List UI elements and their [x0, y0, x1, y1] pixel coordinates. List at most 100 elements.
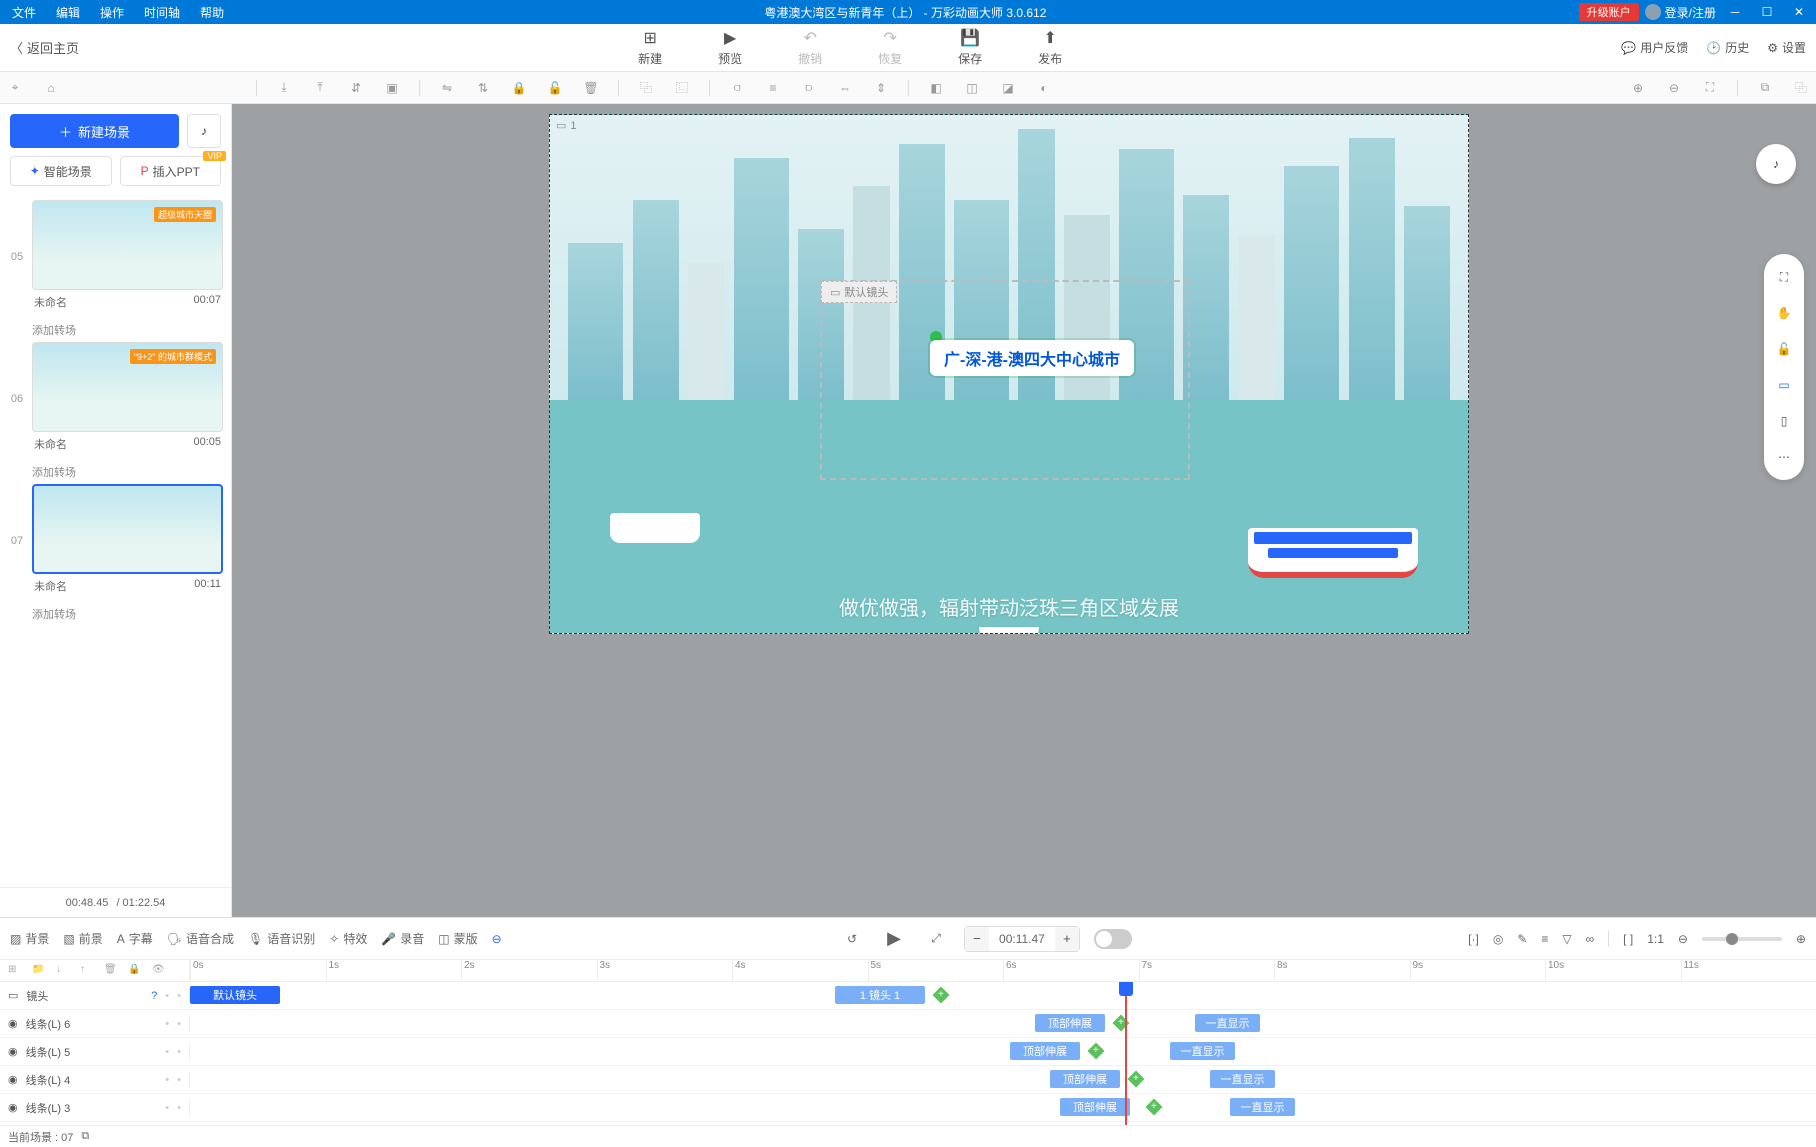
trash-icon[interactable]: 🗑: [104, 964, 118, 978]
track-dot[interactable]: •: [177, 990, 181, 1002]
tl-edit-icon[interactable]: ✎: [1517, 932, 1527, 946]
add-transition-button[interactable]: 添加转场: [8, 318, 223, 342]
track-header[interactable]: ▭镜头?••: [0, 988, 190, 1004]
timeline-play-button[interactable]: ▶: [880, 925, 908, 953]
tl-ratio-icon[interactable]: 1:1: [1647, 932, 1664, 946]
tl-filter-icon[interactable]: ▽: [1562, 932, 1571, 946]
fullscreen-icon[interactable]: ⛶: [1773, 266, 1795, 288]
menu-file[interactable]: 文件: [4, 2, 44, 23]
timeline-clip[interactable]: 顶部伸展: [1010, 1042, 1080, 1060]
folder-icon[interactable]: 📁: [32, 964, 46, 978]
timeline-tts-button[interactable]: 🗣语音合成: [167, 930, 234, 947]
track-dot[interactable]: •: [177, 1074, 181, 1086]
add-transition-button[interactable]: 添加转场: [8, 602, 223, 626]
add-keyframe-button[interactable]: [933, 987, 950, 1004]
maximize-button[interactable]: ☐: [1754, 3, 1780, 21]
bring-front-icon[interactable]: ▣: [383, 79, 401, 97]
scene-item[interactable]: 06 "9+2" 的城市群模式 未命名00:05: [8, 342, 223, 456]
track-header[interactable]: ◉线条(L) 5••: [0, 1044, 190, 1060]
timeline-fg-button[interactable]: ▧前景: [63, 930, 102, 947]
tool-pointer-icon[interactable]: ⌖: [6, 79, 24, 97]
publish-action[interactable]: ⬆发布: [1030, 28, 1070, 67]
track-dot[interactable]: •: [165, 990, 169, 1002]
scene-thumbnail[interactable]: [32, 484, 223, 574]
timeline-expand-button[interactable]: ⤢: [922, 925, 950, 953]
scenes-list[interactable]: 05 超级城市天圈 未命名00:07 添加转场06 "9+2" 的城市群模式 未…: [0, 196, 231, 887]
canvas-expand-handle[interactable]: ⌄: [979, 627, 1039, 634]
login-button[interactable]: 登录/注册: [1645, 4, 1716, 21]
align-center-icon[interactable]: ≡: [764, 79, 782, 97]
tl-bracket-icon[interactable]: [ ]: [1623, 932, 1633, 946]
timeline-ruler[interactable]: 0s1s2s3s4s5s6s7s8s9s10s11s: [190, 960, 1816, 981]
tl-zoom-out-icon[interactable]: ⊖: [1678, 932, 1688, 946]
timeline-clip[interactable]: 顶部伸展: [1050, 1070, 1120, 1088]
timeline-clip[interactable]: 1 镜头 1: [835, 986, 925, 1004]
timeline-clip[interactable]: 顶部伸展: [1035, 1014, 1105, 1032]
title-chip[interactable]: 广-深-港-澳四大中心城市: [930, 340, 1134, 376]
tl-link-icon[interactable]: ∞: [1586, 932, 1595, 946]
timeline-clip[interactable]: 顶部伸展: [1060, 1098, 1130, 1116]
copy-status-icon[interactable]: ⧉: [81, 1130, 89, 1143]
track-dot[interactable]: •: [177, 1018, 181, 1030]
zoom-out-icon[interactable]: ⊖: [1665, 79, 1683, 97]
track-lane[interactable]: 默认镜头 1 镜头 1: [190, 982, 1816, 1009]
add-track-icon[interactable]: ⊞: [8, 964, 22, 978]
track-lane[interactable]: 顶部伸展一直显示: [190, 1010, 1816, 1037]
smart-scene-button[interactable]: ✦ 智能场景: [10, 156, 112, 186]
desktop-view-icon[interactable]: ▭: [1773, 374, 1795, 396]
distribute-h-icon[interactable]: ⇔: [836, 79, 854, 97]
flip-v-icon[interactable]: ⇅: [474, 79, 492, 97]
ungroup-icon[interactable]: ⿺: [673, 79, 691, 97]
help-icon[interactable]: ?: [151, 990, 157, 1002]
tl-camera-icon[interactable]: ◎: [1493, 932, 1503, 946]
feedback-link[interactable]: 💬用户反馈: [1621, 39, 1688, 56]
timeline-clip[interactable]: 默认镜头: [190, 986, 280, 1004]
fit-icon[interactable]: ⛶: [1701, 79, 1719, 97]
track-dot[interactable]: •: [165, 1046, 169, 1058]
unlock-icon[interactable]: 🔓: [1773, 338, 1795, 360]
scene-item[interactable]: 07 未命名00:11: [8, 484, 223, 598]
save-action[interactable]: 💾保存: [950, 28, 990, 67]
time-increase-button[interactable]: +: [1055, 927, 1079, 951]
timeline-rewind-button[interactable]: ↺: [838, 925, 866, 953]
align-middle-icon[interactable]: ⇵: [347, 79, 365, 97]
timeline-cc-button[interactable]: A字幕: [117, 930, 153, 947]
zoom-in-icon[interactable]: ⊕: [1629, 79, 1647, 97]
timeline-mic-button[interactable]: 🎤录音: [381, 930, 424, 947]
timeline-toggle[interactable]: [1094, 929, 1132, 949]
flip-h-icon[interactable]: ⇋: [438, 79, 456, 97]
group-icon[interactable]: ⿻: [637, 79, 655, 97]
menu-timeline[interactable]: 时间轴: [136, 2, 188, 23]
track-dot[interactable]: •: [165, 1074, 169, 1086]
play-action[interactable]: ▶预览: [710, 28, 750, 67]
opacity-icon[interactable]: ◐: [1035, 79, 1053, 97]
time-decrease-button[interactable]: −: [965, 927, 989, 951]
playhead[interactable]: [1125, 982, 1127, 1125]
paste-icon[interactable]: ⿻: [1792, 79, 1810, 97]
minimize-button[interactable]: ─: [1722, 3, 1748, 21]
canvas-stage[interactable]: ▭ 1 ▭ 默认镜头 广-深-港-澳四大中心城市 做优: [549, 114, 1469, 634]
camera-frame[interactable]: ▭ 默认镜头: [820, 280, 1190, 480]
track-lane[interactable]: 顶部伸展一直显示: [190, 1066, 1816, 1093]
up-icon[interactable]: ↑: [80, 964, 94, 978]
copy-icon[interactable]: ⧉: [1756, 79, 1774, 97]
shadow-icon[interactable]: ◪: [999, 79, 1017, 97]
scene-music-button[interactable]: ♪: [187, 114, 221, 148]
tl-sort-icon[interactable]: ≡: [1541, 932, 1548, 946]
mask-icon[interactable]: ◧: [927, 79, 945, 97]
timeline-clip[interactable]: 一直显示: [1230, 1098, 1295, 1116]
insert-ppt-button[interactable]: P 插入PPT VIP: [120, 156, 222, 186]
scene-thumbnail[interactable]: 超级城市天圈: [32, 200, 223, 290]
scene-item[interactable]: 05 超级城市天圈 未命名00:07: [8, 200, 223, 314]
history-link[interactable]: 🕑历史: [1706, 39, 1749, 56]
align-left-icon[interactable]: ⫏: [728, 79, 746, 97]
timeline-template-button[interactable]: ◫蒙版: [438, 930, 477, 947]
tool-home-icon[interactable]: ⌂: [42, 79, 60, 97]
timeline-fx-button[interactable]: ✧特效: [329, 930, 367, 947]
crop-icon[interactable]: ◫: [963, 79, 981, 97]
timeline-minimize-icon[interactable]: ⊖: [492, 932, 502, 946]
canvas-music-button[interactable]: ♪: [1756, 144, 1796, 184]
add-keyframe-button[interactable]: [1128, 1071, 1145, 1088]
hand-icon[interactable]: ✋: [1773, 302, 1795, 324]
timeline-asr-button[interactable]: 🎙语音识别: [248, 930, 315, 947]
